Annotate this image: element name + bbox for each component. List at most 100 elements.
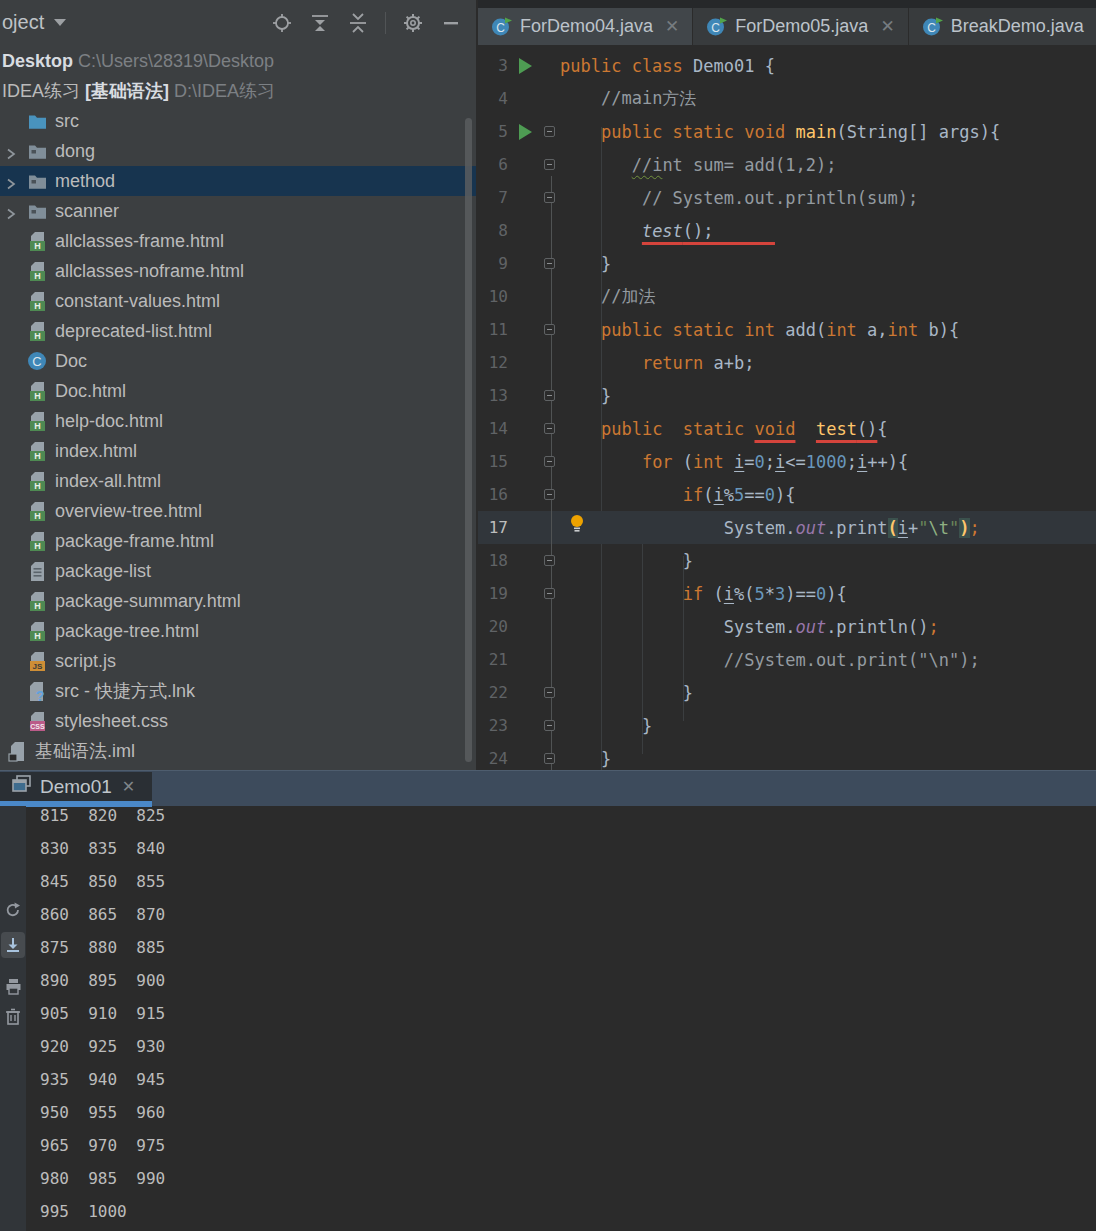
module-file-icon <box>6 741 28 762</box>
project-panel-title: oject <box>2 11 44 34</box>
tree-item[interactable]: Hindex.html <box>0 436 476 466</box>
folder-icon <box>26 143 48 160</box>
settings-icon[interactable] <box>402 12 424 34</box>
fold-marker-icon[interactable] <box>544 423 555 434</box>
tree-item-label: deprecated-list.html <box>55 321 212 342</box>
code-line: 6 //int sum= add(1,2); <box>478 148 1096 181</box>
project-tree-scrollbar[interactable] <box>465 118 472 762</box>
chevron-right-icon[interactable] <box>4 175 18 196</box>
tree-item[interactable]: JSscript.js <box>0 646 476 676</box>
tree-item[interactable]: 基础语法.iml <box>0 736 476 766</box>
editor-tab[interactable]: CBreakDemo.java <box>909 8 1096 45</box>
line-number: 23 <box>478 716 508 735</box>
tree-item[interactable]: Hpackage-tree.html <box>0 616 476 646</box>
html-file-icon: H <box>26 471 48 492</box>
hide-panel-icon[interactable] <box>440 12 462 34</box>
fold-marker-icon[interactable] <box>544 390 555 401</box>
fold-marker-icon[interactable] <box>544 753 555 764</box>
js-file-icon: JS <box>26 651 48 672</box>
scroll-from-source-icon[interactable] <box>309 12 331 34</box>
code-lines: 3public class Demo01 {4 //main方法5 public… <box>478 49 1096 770</box>
tree-item[interactable]: method <box>0 166 476 196</box>
svg-text:H: H <box>34 481 41 491</box>
scroll-to-end-icon[interactable] <box>1 932 25 958</box>
run-tab-demo01[interactable]: Demo01 ✕ <box>0 772 152 801</box>
editor-tab[interactable]: CForDemo05.java✕ <box>693 8 908 45</box>
chevron-down-icon[interactable] <box>54 19 66 26</box>
run-line-icon[interactable] <box>519 58 532 74</box>
chevron-right-icon[interactable] <box>4 145 18 166</box>
tree-item-label: C:\Users\28319\Desktop <box>73 51 274 72</box>
tree-item[interactable]: HDoc.html <box>0 376 476 406</box>
tree-item-label: src <box>55 111 79 132</box>
locate-icon[interactable] <box>271 12 293 34</box>
tree-item[interactable]: CSSstylesheet.css <box>0 706 476 736</box>
line-number: 4 <box>478 89 508 108</box>
fold-marker-icon[interactable] <box>544 720 555 731</box>
svg-text:H: H <box>34 601 41 611</box>
tree-item[interactable]: Hallclasses-noframe.html <box>0 256 476 286</box>
fold-marker-icon[interactable] <box>544 159 555 170</box>
tree-item[interactable]: Hconstant-values.html <box>0 286 476 316</box>
tree-item[interactable]: Hindex-all.html <box>0 466 476 496</box>
fold-marker-icon[interactable] <box>544 588 555 599</box>
print-icon[interactable] <box>1 974 25 998</box>
tree-item[interactable]: Hoverview-tree.html <box>0 496 476 526</box>
editor-tab[interactable]: CForDemo04.java✕ <box>478 8 693 45</box>
chevron-right-icon[interactable] <box>4 205 18 226</box>
close-icon[interactable]: ✕ <box>665 16 679 37</box>
tree-item[interactable]: Hhelp-doc.html <box>0 406 476 436</box>
project-panel: oject Desktop C: <box>0 0 476 770</box>
code-editor[interactable]: 3public class Demo01 {4 //main方法5 public… <box>478 45 1096 770</box>
class-icon: C <box>26 351 48 371</box>
tree-item[interactable]: Hallclasses-frame.html <box>0 226 476 256</box>
code-line: 16 if(i%5==0){ <box>478 478 1096 511</box>
console-text: 815 820 825 830 835 840 845 850 855 860 … <box>26 799 1096 1228</box>
tree-item[interactable]: Hpackage-frame.html <box>0 526 476 556</box>
tree-item[interactable]: dong <box>0 136 476 166</box>
collapse-all-icon[interactable] <box>347 12 369 34</box>
tree-item-label: allclasses-frame.html <box>55 231 224 252</box>
tree-item-label: index.html <box>55 441 137 462</box>
tree-item[interactable]: src <box>0 106 476 136</box>
clear-icon[interactable] <box>1 1004 25 1028</box>
fold-marker-icon[interactable] <box>544 489 555 500</box>
editor: CForDemo04.java✕CForDemo05.java✕CBreakDe… <box>478 0 1096 770</box>
close-icon[interactable]: ✕ <box>122 777 135 796</box>
intention-bulb-icon[interactable] <box>568 513 586 537</box>
tree-item[interactable]: Desktop C:\Users\28319\Desktop <box>0 46 476 76</box>
tree-item[interactable]: IDEA练习 [基础语法] D:\IDEA练习 <box>0 76 476 106</box>
tree-item-label: package-frame.html <box>55 531 214 552</box>
tree-item[interactable]: C Doc <box>0 346 476 376</box>
line-number: 22 <box>478 683 508 702</box>
source-folder-icon <box>26 113 48 130</box>
fold-marker-icon[interactable] <box>544 258 555 269</box>
tree-item[interactable]: ?src - 快捷方式.lnk <box>0 676 476 706</box>
close-icon[interactable]: ✕ <box>880 16 894 37</box>
fold-marker-icon[interactable] <box>544 324 555 335</box>
line-number: 13 <box>478 386 508 405</box>
tree-item-label: Doc <box>55 351 87 372</box>
svg-text:JS: JS <box>32 662 42 671</box>
svg-text:CSS: CSS <box>30 722 45 729</box>
fold-marker-icon[interactable] <box>544 126 555 137</box>
tree-item[interactable]: package-list <box>0 556 476 586</box>
html-file-icon: H <box>26 291 48 312</box>
fold-marker-icon[interactable] <box>544 192 555 203</box>
rerun-icon[interactable] <box>1 898 25 922</box>
code-line: 22 } <box>478 676 1096 709</box>
svg-text:H: H <box>34 391 41 401</box>
tree-item[interactable]: scanner <box>0 196 476 226</box>
html-file-icon: H <box>26 621 48 642</box>
java-class-icon: C <box>706 17 727 37</box>
fold-marker-icon[interactable] <box>544 687 555 698</box>
html-file-icon: H <box>26 231 48 252</box>
code-line: 11 public static int add(int a,int b){ <box>478 313 1096 346</box>
tree-item[interactable]: Hdeprecated-list.html <box>0 316 476 346</box>
java-class-icon: C <box>922 17 943 37</box>
fold-marker-icon[interactable] <box>544 456 555 467</box>
fold-marker-icon[interactable] <box>544 555 555 566</box>
run-line-icon[interactable] <box>519 124 532 140</box>
tree-item[interactable]: Hpackage-summary.html <box>0 586 476 616</box>
shortcut-file-icon: ? <box>26 681 48 702</box>
